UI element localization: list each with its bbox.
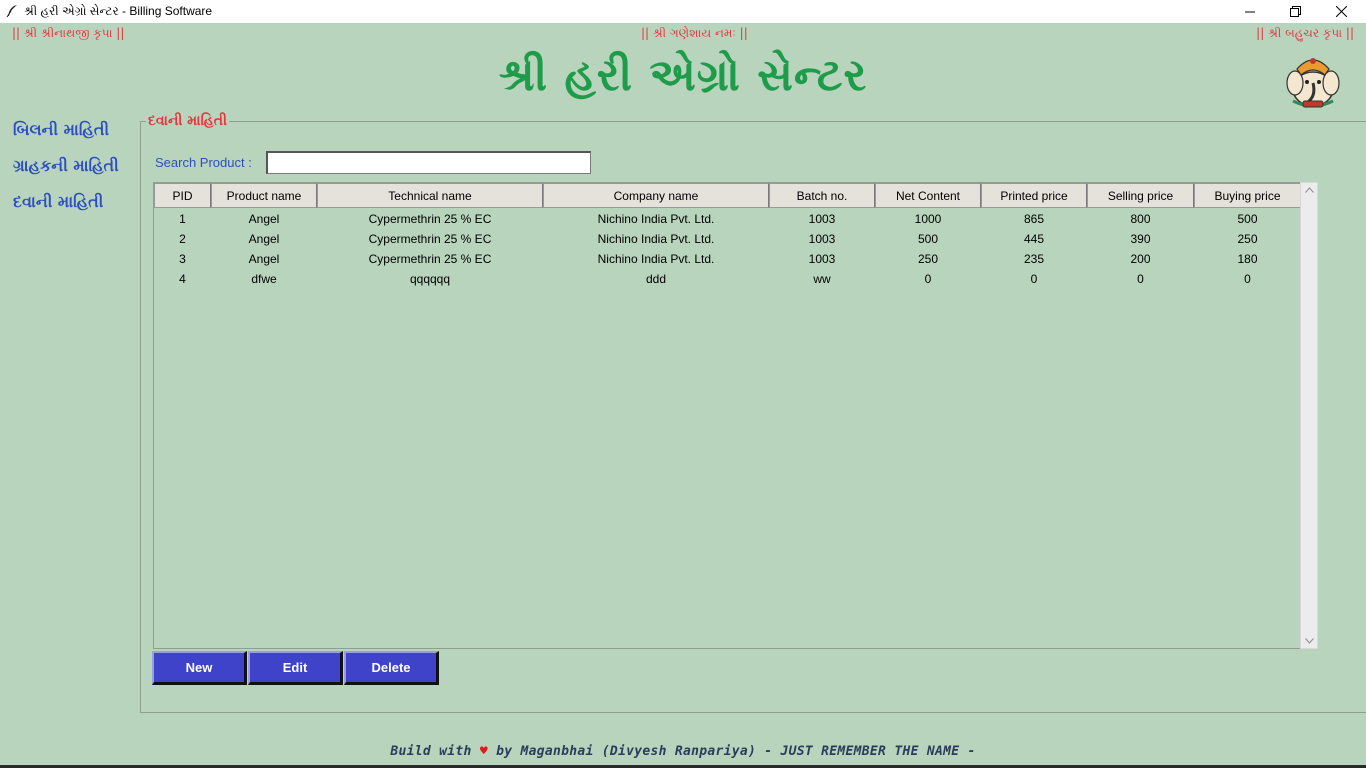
delete-button[interactable]: Delete — [344, 651, 439, 685]
table-body: 1 Angel Cypermethrin 25 % EC Nichino India … — [154, 209, 1300, 289]
table-row[interactable]: 4 dfwe qqqqqq ddd ww 0 0 0 0 — [154, 269, 1300, 289]
table-cell: 250 — [917, 252, 939, 266]
table-cell: dfwe — [251, 272, 277, 286]
search-input[interactable] — [266, 151, 591, 174]
table-cell: 1003 — [808, 232, 836, 246]
products-table[interactable]: PID Product name Technical name Company nam… — [153, 182, 1300, 649]
table-cell: 445 — [1023, 232, 1045, 246]
footer-credit: Build with ♥ by Maganbhai (Divyesh Ranpa… — [0, 744, 1366, 759]
ganesh-logo — [1283, 49, 1343, 111]
new-button[interactable]: New — [152, 651, 247, 685]
scroll-down-icon[interactable] — [1301, 634, 1317, 648]
table-cell: 180 — [1237, 252, 1258, 266]
minimize-icon — [1245, 11, 1255, 12]
table-cell: 0 — [1030, 272, 1038, 286]
table-cell: Nichino India Pvt. Ltd. — [597, 212, 715, 226]
close-icon — [1335, 6, 1347, 17]
column-header[interactable]: Net Content — [875, 183, 981, 208]
table-cell: Nichino India Pvt. Ltd. — [597, 232, 715, 246]
column-header[interactable]: Selling price — [1087, 183, 1194, 208]
search-label: Search Product : — [155, 155, 252, 170]
sidebar-item-customer-info[interactable]: ગ્રાહકની માહિતી — [13, 156, 119, 176]
window-title: શ્રી હરી એગ્રો સેન્ટર - Billing Software — [24, 4, 213, 18]
table-cell: Angel — [248, 252, 280, 266]
table-cell: ddd — [645, 272, 667, 286]
page-title: શ્રી હરી એગ્રો સેન્ટર — [498, 50, 868, 101]
table-cell: 0 — [924, 272, 932, 286]
table-row[interactable]: 3 Angel Cypermethrin 25 % EC Nichino India … — [154, 249, 1300, 269]
table-cell: 3 — [179, 252, 186, 266]
sidebar-item-bill-info[interactable]: બિલની માહિતી — [13, 120, 109, 140]
table-cell: ww — [813, 272, 831, 286]
blessing-right: || શ્રી બહુચર કૃપા || — [1256, 26, 1354, 40]
panel-title: દવાની માહિતી — [146, 113, 230, 129]
table-cell: 800 — [1130, 212, 1151, 226]
table-header: PID Product name Technical name Company nam… — [154, 183, 1300, 209]
table-cell: 390 — [1130, 232, 1151, 246]
blessing-left: || શ્રી શ્રીનાથજી કૃપા || — [12, 26, 125, 40]
table-cell: 250 — [1237, 232, 1258, 246]
restore-icon — [1289, 6, 1301, 17]
footer-suffix: by Maganbhai (Divyesh Ranpariya) - JUST … — [496, 744, 976, 759]
heart-icon: ♥ — [479, 744, 488, 759]
column-header[interactable]: PID — [154, 183, 211, 208]
table-cell: 500 — [917, 232, 939, 246]
window-titlebar: શ્રી હરી એગ્રો સેન્ટર - Billing Software — [0, 0, 1366, 23]
footer-prefix: Build with — [390, 744, 472, 759]
table-cell: 0 — [1244, 272, 1251, 286]
blessing-center: || શ્રી ગણેશાય નમઃ || — [641, 26, 748, 40]
column-header[interactable]: Company name — [543, 183, 769, 208]
table-cell: 865 — [1023, 212, 1045, 226]
table-cell: 1 — [179, 212, 186, 226]
table-cell: Cypermethrin 25 % EC — [368, 252, 492, 266]
column-header[interactable]: Batch no. — [769, 183, 875, 208]
feather-icon — [6, 4, 18, 18]
vertical-scrollbar[interactable] — [1300, 182, 1318, 649]
column-header[interactable]: Technical name — [317, 183, 543, 208]
table-cell: 235 — [1023, 252, 1045, 266]
table-cell: 200 — [1130, 252, 1151, 266]
close-button[interactable] — [1318, 0, 1364, 23]
table-row[interactable]: 1 Angel Cypermethrin 25 % EC Nichino India … — [154, 209, 1300, 229]
restore-button[interactable] — [1272, 0, 1318, 23]
table-cell: 2 — [179, 232, 186, 246]
table-cell: 500 — [1237, 212, 1258, 226]
table-cell: 0 — [1137, 272, 1144, 286]
table-row[interactable]: 2 Angel Cypermethrin 25 % EC Nichino India … — [154, 229, 1300, 249]
edit-button[interactable]: Edit — [248, 651, 343, 685]
table-cell: Nichino India Pvt. Ltd. — [597, 252, 715, 266]
table-cell: 1000 — [914, 212, 942, 226]
sidebar-item-medicine-info[interactable]: દવાની માહિતી — [13, 192, 103, 212]
column-header[interactable]: Printed price — [981, 183, 1087, 208]
table-cell: 1003 — [808, 212, 836, 226]
table-cell: Angel — [248, 212, 280, 226]
table-cell: 1003 — [808, 252, 836, 266]
table-cell: Cypermethrin 25 % EC — [368, 212, 492, 226]
table-cell: Angel — [248, 232, 280, 246]
scroll-up-icon[interactable] — [1301, 183, 1317, 197]
table-cell: Cypermethrin 25 % EC — [368, 232, 492, 246]
minimize-button[interactable] — [1227, 0, 1273, 23]
table-cell: 4 — [179, 272, 186, 286]
table-cell: qqqqqq — [409, 272, 451, 286]
column-header[interactable]: Product name — [211, 183, 317, 208]
column-header[interactable]: Buying price — [1194, 183, 1300, 208]
